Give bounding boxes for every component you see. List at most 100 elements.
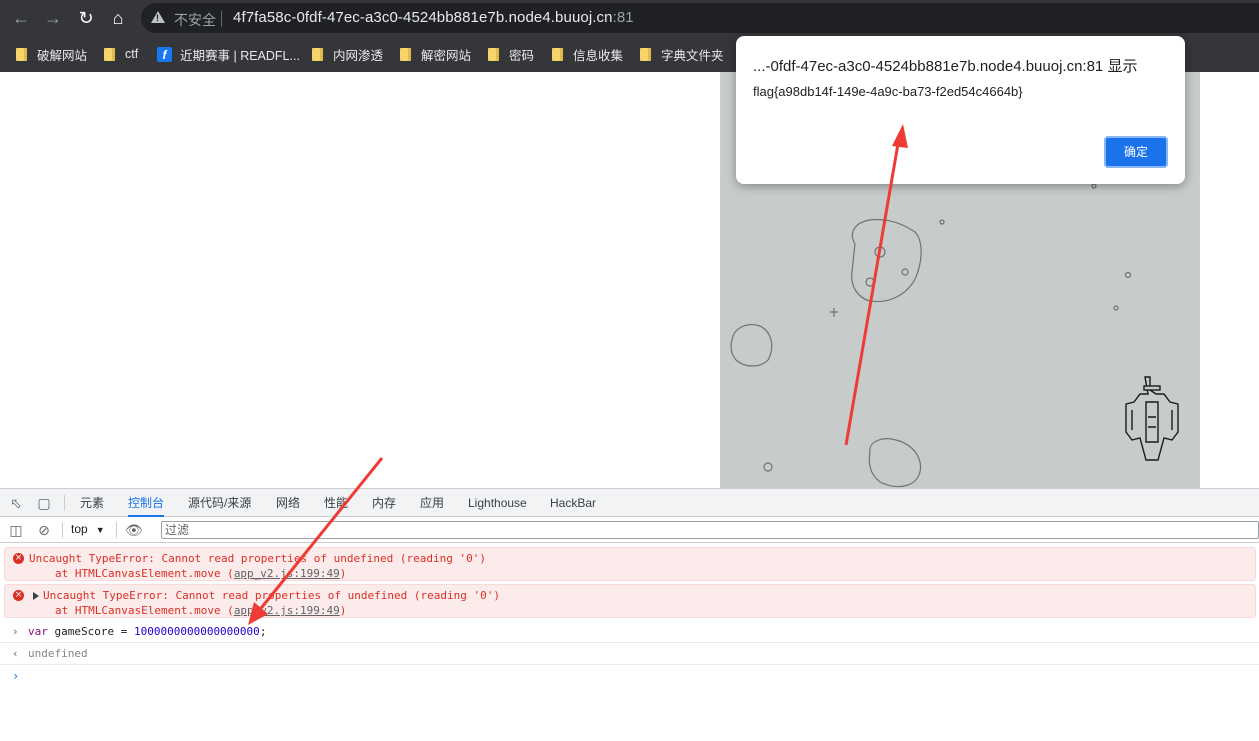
tab-divider [64,495,65,511]
bookmark-item[interactable]: 信息收集 [552,45,623,63]
bookmark-label: 信息收集 [573,48,624,63]
ok-button[interactable]: 确定 [1104,136,1168,168]
address-bar[interactable]: 不安全 4f7fa58c-0fdf-47ec-a3c0-4524bb881e7b… [141,3,1259,33]
tab-sources[interactable]: 源代码/来源 [188,489,251,517]
inspect-element-icon[interactable]: ⬁ [8,495,24,511]
tab-hackbar[interactable]: HackBar [550,489,596,517]
folder-icon [552,47,563,61]
console-prompt[interactable]: › [0,665,1259,687]
spaceship-icon [1125,376,1179,461]
tab-lighthouse[interactable]: Lighthouse [468,489,527,517]
folder-icon [16,47,27,61]
asteroid-crater [865,277,875,287]
facebook-icon: f [157,46,172,62]
cmd-keyword: var [28,625,48,638]
reload-icon[interactable]: ↻ [74,6,98,30]
devtools-panel: ⬁ ▢ 元素 控制台 源代码/来源 网络 性能 内存 应用 Lighthouse… [0,488,1259,741]
folder-icon [312,47,323,61]
debris [1113,305,1119,311]
bookmark-item[interactable]: 字典文件夹 [640,45,724,63]
source-link[interactable]: app_v2.js:199:49 [234,567,340,580]
sidebar-toggle-icon[interactable]: ◫ [8,522,24,538]
error-text: Uncaught TypeError: Cannot read properti… [43,589,500,602]
error-stack-prefix: at HTMLCanvasElement.move ( [55,604,234,617]
sparkle [830,308,838,317]
tab-network[interactable]: 网络 [276,489,300,517]
toolbar-divider [62,522,63,538]
debris [1124,271,1132,279]
debris [1091,183,1097,189]
folder-icon [104,47,115,61]
prompt-chevron-icon: › [12,669,20,683]
dialog-title: ...-0fdf-47ec-a3c0-4524bb881e7b.node4.bu… [753,58,1138,75]
tab-console[interactable]: 控制台 [128,489,165,517]
console-command: › var gameScore = 1000000000000000000; [0,621,1259,643]
tab-memory[interactable]: 内存 [372,489,396,517]
bookmark-item[interactable]: 解密网站 [400,45,471,63]
alert-dialog: ...-0fdf-47ec-a3c0-4524bb881e7b.node4.bu… [736,36,1185,184]
context-selector[interactable]: top ▼ [71,522,105,536]
error-stack: at HTMLCanvasElement.move (app_v2.js:199… [55,567,346,580]
error-message: × Uncaught TypeError: Cannot read proper… [4,547,1256,581]
error-icon: × [13,553,24,564]
eye-icon[interactable]: 👁 [125,522,143,538]
error-stack-suffix: ) [339,567,347,580]
command-text: var gameScore = 1000000000000000000; [28,625,266,638]
result-text: undefined [28,647,88,660]
tab-application[interactable]: 应用 [420,489,444,517]
bookmark-label: 解密网站 [421,48,472,63]
error-stack: at HTMLCanvasElement.move (app_v2.js:199… [55,604,346,617]
cmd-terminator: ; [259,625,267,638]
folder-icon [488,47,499,61]
debris [939,219,945,225]
bookmark-item[interactable]: 破解网站 [16,45,87,63]
bookmark-label: 近期赛事 | READFL... [180,48,300,63]
bookmark-label: 内网渗透 [333,48,384,63]
insecure-label[interactable]: 不安全 [174,10,216,30]
omnibox-divider [221,11,222,27]
toolbar-divider [116,522,117,538]
error-icon: × [13,590,24,601]
folder-icon [640,47,651,61]
error-stack-prefix: at HTMLCanvasElement.move ( [55,567,234,580]
console-toolbar: ◫ ⊘ top ▼ 👁 过滤 [0,517,1259,543]
console-result: ‹ undefined [0,643,1259,665]
chevron-down-icon: ▼ [95,525,105,535]
bookmark-item[interactable]: 内网渗透 [312,45,383,63]
asteroid-bottom [868,438,922,488]
tab-elements[interactable]: 元素 [80,489,104,517]
back-arrow-icon[interactable]: ← [9,6,33,30]
bookmark-label: 破解网站 [37,48,88,63]
bookmark-item[interactable]: 密码 [488,45,534,63]
bookmark-label: ctf [125,47,139,61]
asteroid-large [851,218,922,303]
result-arrow-icon: ‹ [12,647,19,660]
folder-icon [400,47,411,61]
url-text[interactable]: 4f7fa58c-0fdf-47ec-a3c0-4524bb881e7b.nod… [233,9,634,26]
url-host: 4f7fa58c-0fdf-47ec-a3c0-4524bb881e7b.nod… [233,9,613,26]
warning-icon[interactable] [151,11,165,23]
expand-triangle-icon[interactable] [33,592,39,600]
error-message[interactable]: × Uncaught TypeError: Cannot read proper… [4,584,1256,618]
flag-message: flag{a98db14f-149e-4a9c-ba73-f2ed54c4664… [753,84,1023,99]
bookmark-item[interactable]: ctf [104,45,138,63]
url-port: :81 [612,9,634,26]
asteroid-crater [874,246,886,258]
filter-input[interactable]: 过滤 [161,521,1259,539]
context-label: top [71,522,88,536]
asteroid-crater [901,268,909,276]
error-stack-suffix: ) [339,604,347,617]
asteroid-small [730,324,773,367]
bookmark-item[interactable]: f 近期赛事 | READFL... [157,45,300,63]
tab-performance[interactable]: 性能 [324,489,348,517]
bookmark-label: 字典文件夹 [661,48,724,63]
source-link[interactable]: app_v2.js:199:49 [234,604,340,617]
error-text: Uncaught TypeError: Cannot read properti… [29,552,486,565]
input-chevron-icon: › [12,625,19,638]
clear-console-icon[interactable]: ⊘ [36,522,52,538]
device-toolbar-icon[interactable]: ▢ [36,495,52,511]
forward-arrow-icon[interactable]: → [41,6,65,30]
bookmark-label: 密码 [509,48,535,63]
home-icon[interactable]: ⌂ [106,6,130,30]
browser-toolbar: ← → ↻ ⌂ 不安全 4f7fa58c-0fdf-47ec-a3c0-4524… [0,0,1259,36]
